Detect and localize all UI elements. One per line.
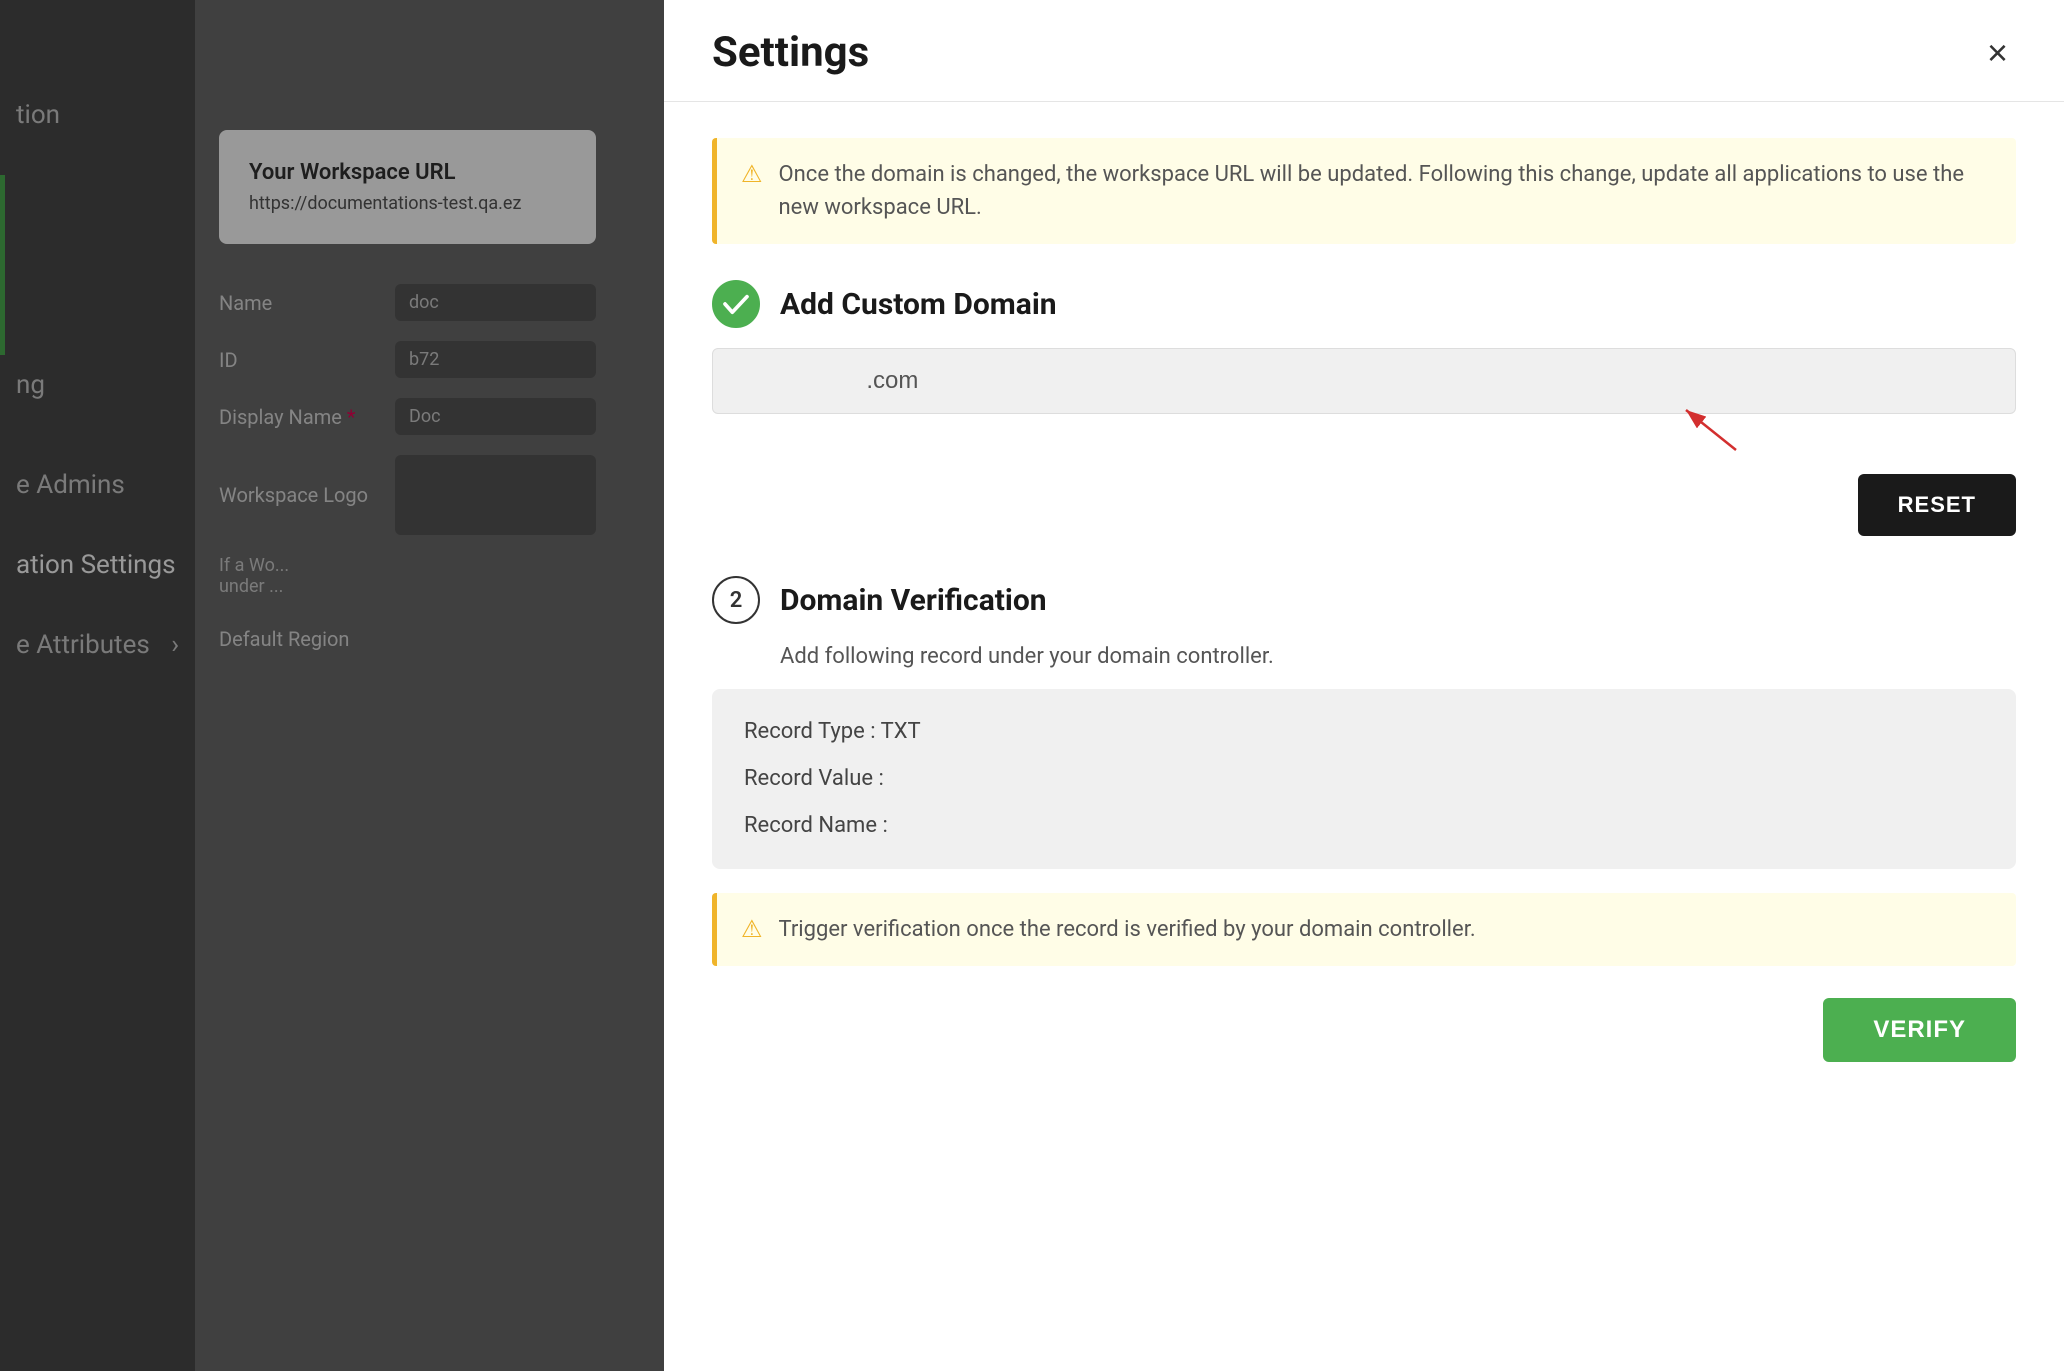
reset-button[interactable]: RESET: [1858, 474, 2016, 536]
record-box: Record Type : TXT Record Value : Record …: [712, 689, 2016, 869]
warning-banner-domain: ⚠ Once the domain is changed, the worksp…: [712, 138, 2016, 244]
warning-text: Once the domain is changed, the workspac…: [779, 158, 1992, 224]
warning-banner-verify: ⚠ Trigger verification once the record i…: [712, 893, 2016, 966]
verify-button[interactable]: VERIFY: [1823, 998, 2016, 1062]
modal-header: Settings ×: [664, 0, 2064, 102]
reset-btn-row: RESET: [712, 474, 2016, 536]
warning-icon: ⚠: [741, 160, 763, 224]
record-type-row: Record Type : TXT: [744, 717, 1984, 748]
domain-verification-section: 2 Domain Verification Add following reco…: [712, 576, 2016, 1062]
modal-body: ⚠ Once the domain is changed, the worksp…: [664, 102, 2064, 1371]
settings-modal: Settings × ⚠ Once the domain is changed,…: [664, 0, 2064, 1371]
warning-icon-2: ⚠: [741, 915, 763, 946]
section-header-domain: Add Custom Domain: [712, 280, 2016, 328]
domain-verification-title: Domain Verification: [780, 583, 1047, 618]
step-1-circle: [712, 280, 760, 328]
domain-input[interactable]: [712, 348, 2016, 414]
add-custom-domain-title: Add Custom Domain: [780, 287, 1057, 322]
section-header-verification: 2 Domain Verification: [712, 576, 2016, 624]
step-2-circle: 2: [712, 576, 760, 624]
verification-description: Add following record under your domain c…: [712, 644, 2016, 669]
close-button[interactable]: ×: [1979, 31, 2016, 75]
arrow-indicator: [1676, 400, 1756, 464]
warning-text-2: Trigger verification once the record is …: [779, 913, 1476, 946]
add-custom-domain-section: Add Custom Domain: [712, 280, 2016, 536]
verify-btn-row: VERIFY: [712, 998, 2016, 1062]
record-name-row: Record Name :: [744, 811, 1984, 842]
record-value-row: Record Value :: [744, 764, 1984, 795]
checkmark-icon: [714, 280, 758, 328]
domain-input-row: [712, 348, 2016, 414]
modal-title: Settings: [712, 28, 869, 77]
